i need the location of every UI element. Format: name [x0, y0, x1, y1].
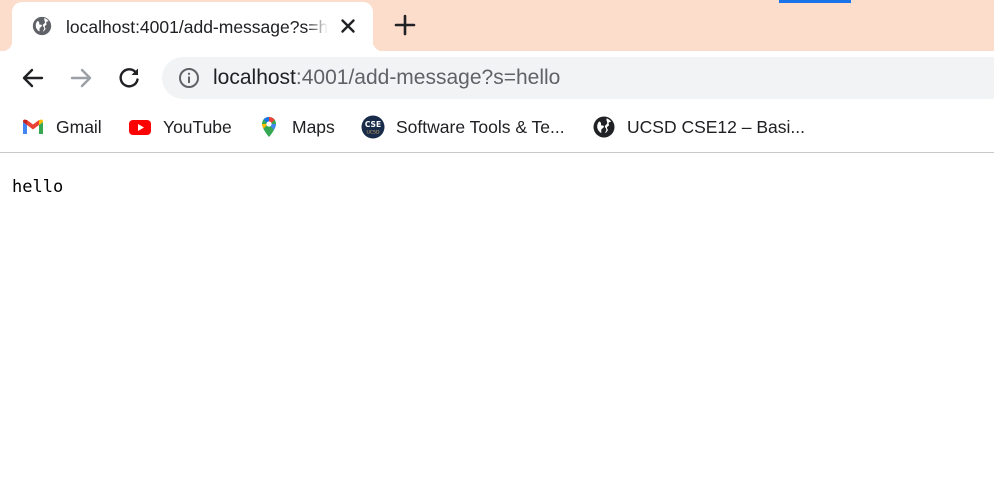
bookmark-label: Software Tools & Te...: [396, 117, 565, 137]
url-host: localhost: [213, 66, 296, 89]
bookmark-label: UCSD CSE12 – Basi...: [627, 117, 805, 137]
arrow-right-icon[interactable]: [67, 64, 95, 92]
info-icon[interactable]: [178, 67, 200, 89]
cse-ucsd-icon: CSE UCSD: [361, 115, 385, 139]
tab-title: localhost:4001/add-message?s=hello: [66, 17, 328, 37]
plus-icon[interactable]: [392, 12, 418, 38]
bookmark-youtube[interactable]: YouTube: [128, 114, 232, 140]
url-text[interactable]: localhost:4001/add-message?s=hello: [213, 65, 560, 91]
tab-strip: localhost:4001/add-message?s=hello: [0, 0, 994, 51]
arrow-left-icon[interactable]: [19, 64, 47, 92]
bookmarks-bar: Gmail YouTube Maps CSE UCSD Software Too…: [0, 104, 994, 153]
active-tab[interactable]: localhost:4001/add-message?s=hello: [2, 2, 383, 51]
bookmark-gmail[interactable]: Gmail: [21, 114, 102, 140]
browser-toolbar: localhost:4001/add-message?s=hello: [0, 51, 994, 104]
bookmark-label: Gmail: [56, 117, 102, 137]
address-bar[interactable]: localhost:4001/add-message?s=hello: [162, 57, 994, 99]
message-text: hello: [12, 177, 64, 197]
maps-pin-icon: [262, 117, 276, 137]
globe-icon: [593, 116, 615, 138]
url-path: :4001/add-message?s=hello: [295, 66, 561, 89]
bookmark-software-tools[interactable]: CSE UCSD Software Tools & Te...: [361, 114, 565, 140]
bookmark-ucsd-cse12[interactable]: UCSD CSE12 – Basi...: [592, 114, 805, 140]
reload-icon[interactable]: [115, 64, 143, 92]
globe-icon: [32, 16, 52, 36]
svg-text:UCSD: UCSD: [366, 130, 379, 136]
youtube-icon: [129, 120, 151, 135]
svg-text:CSE: CSE: [365, 120, 381, 129]
page-content: hello: [0, 155, 994, 492]
close-icon[interactable]: [337, 15, 359, 37]
bookmark-label: YouTube: [163, 117, 232, 137]
bookmark-label: Maps: [292, 117, 335, 137]
gmail-icon: [23, 119, 43, 134]
window-accent-bar: [779, 0, 851, 3]
bookmark-maps[interactable]: Maps: [257, 114, 335, 140]
